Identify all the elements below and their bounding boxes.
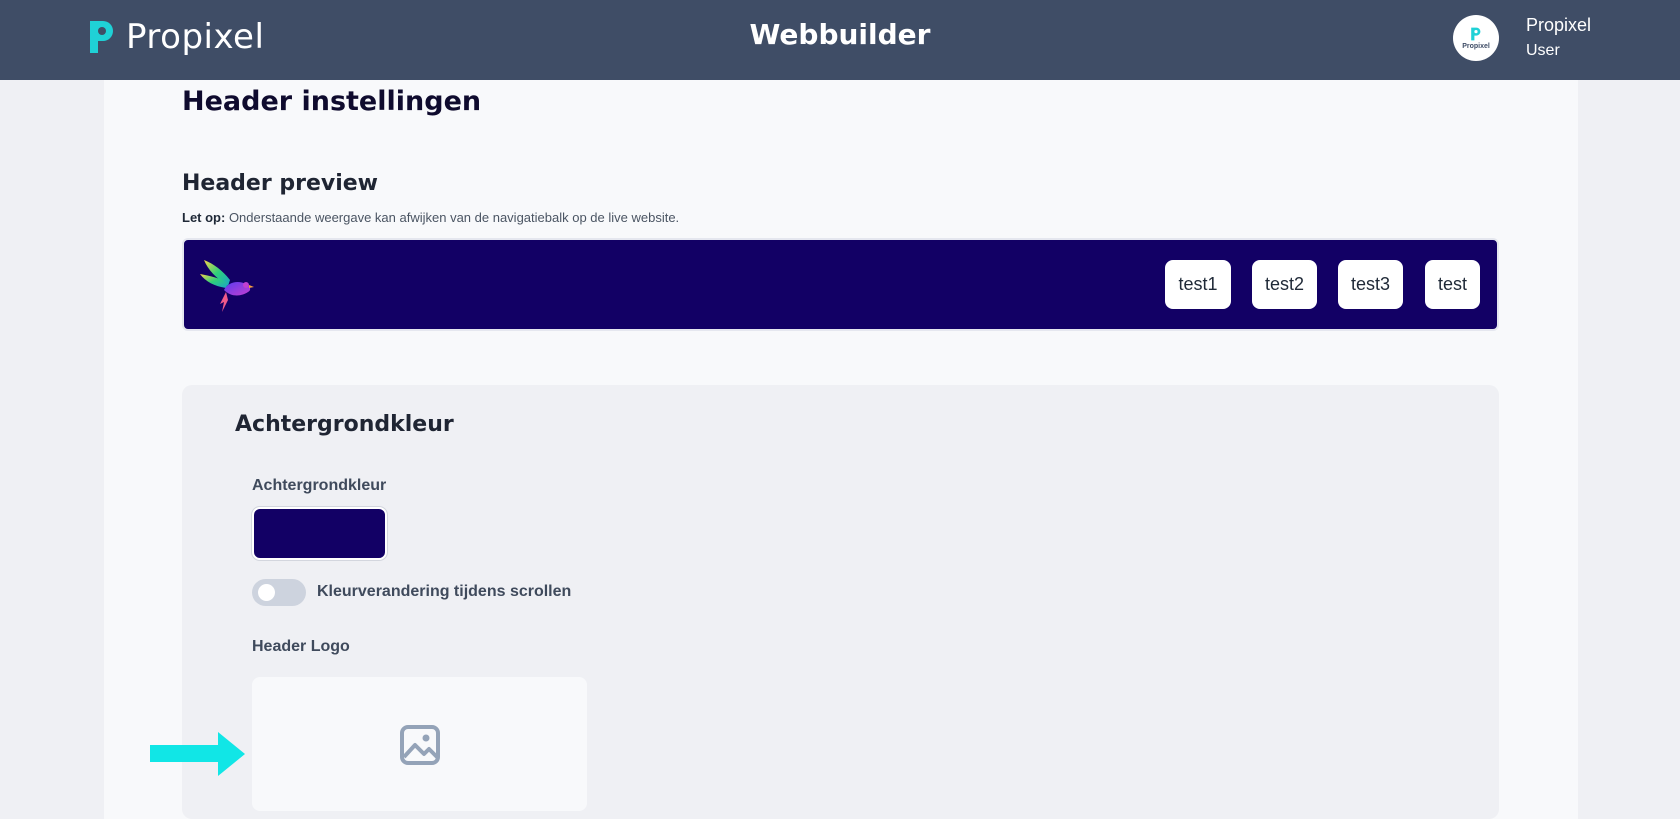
settings-card-title: Achtergrondkleur (235, 412, 454, 437)
page-title: Header instellingen (182, 86, 482, 117)
scroll-color-toggle[interactable] (252, 579, 306, 606)
bird-logo-icon (200, 260, 254, 312)
notice-text: Onderstaande weergave kan afwijken van d… (225, 210, 680, 225)
preview-nav-item-3[interactable]: test3 (1338, 260, 1403, 309)
preview-nav-item-1[interactable]: test1 (1165, 260, 1231, 309)
preview-section-title: Header preview (182, 171, 379, 196)
app-title: Webbuilder (749, 18, 931, 51)
header-logo-label: Header Logo (252, 638, 350, 655)
avatar[interactable]: Propixel (1453, 15, 1499, 61)
header-preview: test1 test2 test3 test (182, 238, 1499, 331)
logo-upload-area[interactable] (252, 677, 587, 811)
propixel-logo-icon (1471, 27, 1481, 41)
top-navigation-bar: Propixel Webbuilder Propixel Propixel Us… (0, 0, 1680, 80)
toggle-knob (258, 584, 275, 601)
avatar-label: Propixel (1462, 43, 1490, 50)
notice-label: Let op: (182, 210, 226, 225)
user-role: User (1526, 42, 1560, 59)
preview-nav-item-2[interactable]: test2 (1252, 260, 1317, 309)
image-icon (400, 725, 440, 765)
arrow-right-icon (150, 732, 245, 776)
scroll-color-toggle-label: Kleurverandering tijdens scrollen (317, 583, 572, 600)
bg-color-label: Achtergrondkleur (252, 477, 387, 494)
bg-color-picker[interactable] (252, 507, 387, 560)
preview-nav-item-4[interactable]: test (1425, 260, 1480, 309)
preview-notice: Let op: Onderstaande weergave kan afwijk… (182, 210, 679, 225)
user-name: Propixel (1526, 15, 1592, 35)
